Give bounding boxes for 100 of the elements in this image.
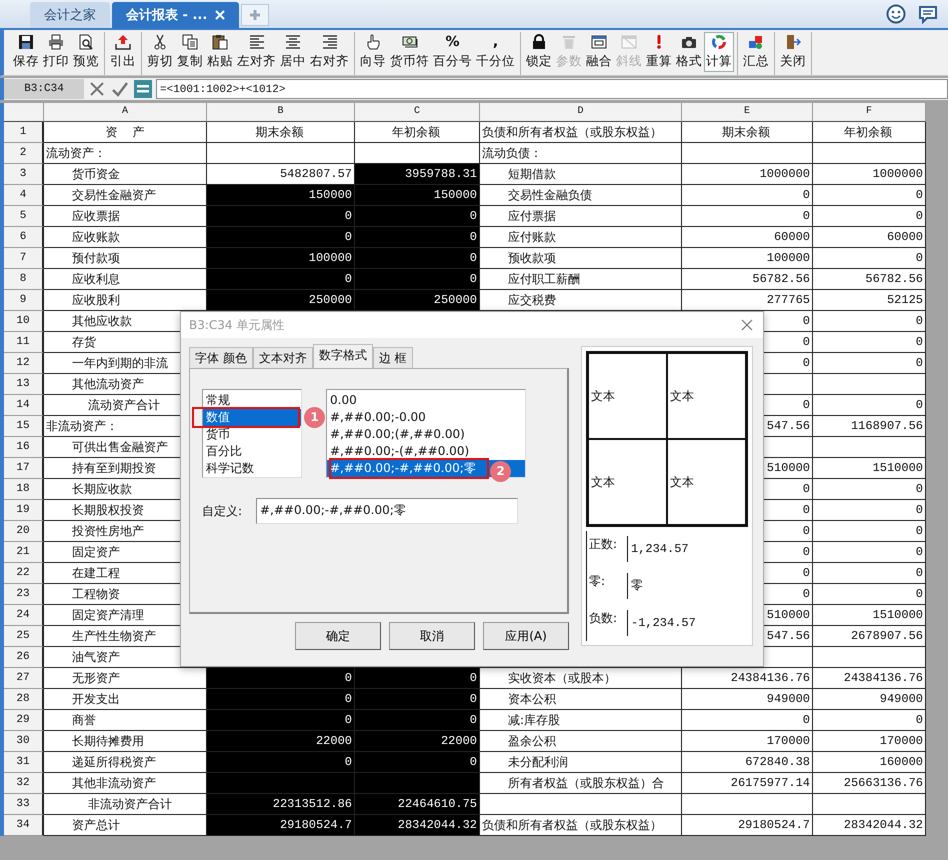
table-cell: 流动资产： — [44, 143, 207, 164]
tab[interactable]: 会计报表 - ... — [112, 2, 240, 28]
table-cell: 150000 — [207, 185, 355, 206]
row-header[interactable]: 4 — [4, 185, 44, 206]
table-cell: 0 — [813, 710, 926, 731]
close-icon[interactable] — [741, 319, 753, 331]
row-header[interactable]: 28 — [4, 689, 44, 710]
toolbar-button[interactable]: 粘贴 — [205, 32, 235, 72]
list-item[interactable]: 数值 — [203, 409, 301, 426]
toolbar-button[interactable]: 剪切 — [145, 32, 175, 72]
toolbar-button[interactable]: 重算 — [644, 32, 674, 72]
row-header[interactable]: 31 — [4, 752, 44, 773]
percent-icon: % — [445, 34, 460, 50]
tab[interactable]: 数字格式 — [312, 344, 373, 368]
row-header[interactable]: 17 — [4, 458, 44, 479]
toolbar-button[interactable]: , 千分位 — [474, 32, 517, 72]
dialog-button[interactable]: 取消 — [389, 622, 475, 650]
column-header[interactable]: C — [355, 103, 480, 122]
tab[interactable]: 边 框 — [372, 347, 413, 368]
row-header[interactable]: 25 — [4, 626, 44, 647]
toolbar-button[interactable]: 打印 — [41, 32, 71, 72]
table-cell: 资本公积 — [480, 689, 682, 710]
list-item[interactable]: #,##0.00;-(#,##0.00) — [327, 443, 525, 460]
row-header[interactable]: 22 — [4, 563, 44, 584]
table-cell: 短期借款 — [480, 164, 682, 185]
table-cell: 56782.56 — [682, 269, 813, 290]
toolbar-button[interactable]: 左对齐 — [235, 32, 278, 72]
table-cell: 1000000 — [813, 164, 926, 185]
category-list[interactable]: 常规 数值 货币 百分比 科学记数 — [202, 389, 302, 478]
column-header[interactable]: B — [207, 103, 355, 122]
column-header[interactable]: F — [813, 103, 926, 122]
toolbar-button[interactable]: 货币符 — [388, 32, 431, 72]
row-header[interactable]: 5 — [4, 206, 44, 227]
toolbar-button[interactable]: 复制 — [175, 32, 205, 72]
row-header[interactable]: 30 — [4, 731, 44, 752]
row-header[interactable]: 29 — [4, 710, 44, 731]
row-header[interactable]: 24 — [4, 605, 44, 626]
toolbar-button[interactable]: 计算 — [704, 32, 734, 72]
row-header[interactable]: 19 — [4, 500, 44, 521]
row-header[interactable]: 9 — [4, 290, 44, 311]
row-header[interactable]: 26 — [4, 647, 44, 668]
table-cell: 0 — [207, 206, 355, 227]
row-header[interactable]: 34 — [4, 815, 44, 836]
toolbar-button[interactable]: 融合 — [584, 32, 614, 72]
formula-field[interactable]: =<1001:1002>+<1012> — [156, 79, 948, 99]
row-header[interactable]: 1 — [4, 122, 44, 143]
toolbar-button[interactable]: 引出 — [108, 32, 138, 72]
dialog-button[interactable]: 应用(A) — [483, 622, 569, 650]
row-header[interactable]: 8 — [4, 269, 44, 290]
row-header[interactable]: 13 — [4, 374, 44, 395]
row-header[interactable]: 11 — [4, 332, 44, 353]
trash-icon — [561, 34, 577, 50]
list-item[interactable]: 0.00 — [327, 392, 525, 409]
equals-icon[interactable] — [133, 79, 153, 99]
row-header[interactable]: 27 — [4, 668, 44, 689]
chat-icon[interactable] — [918, 4, 938, 24]
table-cell: 672840.38 — [682, 752, 813, 773]
column-header[interactable]: D — [480, 103, 682, 122]
row-header[interactable]: 12 — [4, 353, 44, 374]
list-item[interactable]: #,##0.00;-0.00 — [327, 409, 525, 426]
list-item[interactable]: #,##0.00;(#,##0.00) — [327, 426, 525, 443]
toolbar-button[interactable]: 关闭 — [778, 32, 808, 72]
table-cell: 预收款项 — [480, 248, 682, 269]
toolbar-button[interactable]: 保存 — [11, 32, 41, 72]
row-header[interactable]: 2 — [4, 143, 44, 164]
row-header[interactable]: 33 — [4, 794, 44, 815]
row-header[interactable]: 3 — [4, 164, 44, 185]
toolbar-button[interactable]: 汇总 — [741, 32, 771, 72]
tab[interactable]: 文本对齐 — [252, 347, 313, 368]
row-header[interactable]: 6 — [4, 227, 44, 248]
table-cell: 0 — [813, 521, 926, 542]
row-header[interactable]: 20 — [4, 521, 44, 542]
toolbar-button[interactable]: 锁定 — [524, 32, 554, 72]
smiley-icon[interactable] — [886, 4, 906, 24]
color-ring-icon — [711, 34, 727, 50]
toolbar-button[interactable]: 预览 — [71, 32, 101, 72]
table-cell: 未分配利润 — [480, 752, 682, 773]
tab[interactable]: 字体 颜色 — [189, 347, 253, 368]
toolbar-button[interactable]: 居中 — [278, 32, 308, 72]
column-header[interactable]: A — [44, 103, 207, 122]
row-header[interactable]: 21 — [4, 542, 44, 563]
toolbar-button[interactable]: % 百分号 — [431, 32, 474, 72]
toolbar-button[interactable]: 向导 — [358, 32, 388, 72]
toolbar-button[interactable]: 格式 — [674, 32, 704, 72]
row-header[interactable]: 32 — [4, 773, 44, 794]
input-field[interactable]: #,##0.00;-#,##0.00;零 — [256, 498, 518, 524]
dialog-button[interactable]: 确定 — [295, 622, 381, 650]
row-header[interactable]: 10 — [4, 311, 44, 332]
row-header[interactable]: 18 — [4, 479, 44, 500]
row-header[interactable]: 14 — [4, 395, 44, 416]
row-header[interactable]: 23 — [4, 584, 44, 605]
select-all-corner[interactable] — [4, 103, 44, 122]
row-header[interactable]: 15 — [4, 416, 44, 437]
table-cell: 0 — [355, 269, 480, 290]
row-header[interactable]: 7 — [4, 248, 44, 269]
table-cell: 0 — [813, 479, 926, 500]
column-header[interactable]: E — [682, 103, 813, 122]
toolbar-button[interactable]: 右对齐 — [308, 32, 351, 72]
row-header[interactable]: 16 — [4, 437, 44, 458]
tab[interactable]: 会计之家 — [30, 2, 110, 28]
